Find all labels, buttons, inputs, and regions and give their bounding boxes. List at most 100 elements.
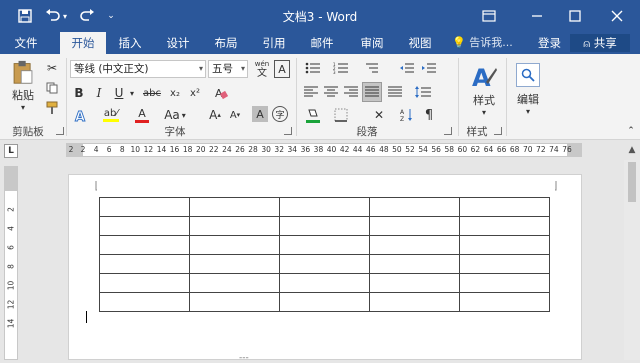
scrollbar-thumb[interactable]: [628, 162, 636, 202]
font-name-select[interactable]: 等线 (中文正文) ▾: [70, 60, 206, 78]
bold-button[interactable]: B: [70, 84, 88, 102]
table-cell[interactable]: [99, 254, 190, 274]
table-cell[interactable]: [279, 273, 370, 293]
table-cell[interactable]: [189, 292, 280, 312]
styles-button[interactable]: A 样式 ▾: [462, 58, 506, 120]
table-cell[interactable]: [459, 273, 550, 293]
underline-button[interactable]: U: [110, 84, 128, 102]
change-case-button[interactable]: Aa ▾: [162, 106, 188, 124]
table-cell[interactable]: [99, 216, 190, 236]
close-icon[interactable]: [594, 0, 640, 32]
table-cell[interactable]: [279, 197, 370, 217]
tab-review[interactable]: 审阅: [352, 32, 392, 54]
justify-icon[interactable]: [362, 82, 382, 102]
grow-font-button[interactable]: A ▴: [206, 106, 224, 124]
table-cell[interactable]: [459, 216, 550, 236]
paragraph-launcher-icon[interactable]: [444, 127, 452, 135]
format-painter-icon[interactable]: [44, 100, 60, 116]
show-marks-icon[interactable]: ¶: [420, 106, 438, 124]
share-button[interactable]: ⍝ 共享: [570, 34, 630, 52]
shading-icon[interactable]: [302, 106, 324, 124]
char-border-button[interactable]: A: [274, 60, 290, 78]
table-cell[interactable]: [279, 216, 370, 236]
font-size-select[interactable]: 五号 ▾: [208, 60, 248, 78]
table-cell[interactable]: [279, 235, 370, 255]
cut-icon[interactable]: ✂: [44, 60, 60, 76]
char-shading-button[interactable]: A: [252, 106, 268, 122]
tab-insert[interactable]: 插入: [110, 32, 150, 54]
table-cell[interactable]: [369, 273, 460, 293]
table-cell[interactable]: [189, 273, 280, 293]
tab-view[interactable]: 视图: [400, 32, 440, 54]
table-cell[interactable]: [459, 197, 550, 217]
collapse-ribbon-icon[interactable]: ⌃: [624, 124, 638, 138]
italic-button[interactable]: I: [90, 84, 108, 102]
chinese-layout-icon[interactable]: ✕: [368, 106, 390, 124]
editing-button[interactable]: 编辑 ▾: [510, 58, 546, 120]
underline-dropdown-icon[interactable]: ▾: [128, 84, 136, 102]
table-cell[interactable]: [99, 197, 190, 217]
table-cell[interactable]: [189, 254, 280, 274]
align-center-icon[interactable]: [322, 84, 340, 100]
strikethrough-button[interactable]: abc: [140, 84, 164, 102]
scroll-up-icon[interactable]: ▲: [624, 140, 640, 160]
line-spacing-icon[interactable]: [412, 84, 434, 100]
copy-icon[interactable]: [44, 80, 60, 96]
distributed-icon[interactable]: [386, 84, 404, 100]
styles-launcher-icon[interactable]: [494, 127, 502, 135]
table-cell[interactable]: [369, 216, 460, 236]
table-cell[interactable]: [99, 273, 190, 293]
numbering-icon[interactable]: 123: [330, 60, 352, 76]
document-page[interactable]: ---: [68, 174, 582, 363]
table-cell[interactable]: [279, 292, 370, 312]
table-cell[interactable]: [459, 292, 550, 312]
decrease-indent-icon[interactable]: [398, 60, 416, 76]
shrink-font-button[interactable]: A ▾: [226, 106, 244, 124]
table-cell[interactable]: [279, 254, 370, 274]
table-cell[interactable]: [99, 292, 190, 312]
tell-me-box[interactable]: 💡 告诉我...: [452, 32, 513, 54]
table-cell[interactable]: [369, 292, 460, 312]
table-cell[interactable]: [459, 254, 550, 274]
table-cell[interactable]: [99, 235, 190, 255]
align-right-icon[interactable]: [342, 84, 360, 100]
highlight-icon[interactable]: ab⁄: [100, 106, 122, 124]
font-launcher-icon[interactable]: [284, 127, 292, 135]
horizontal-ruler[interactable]: 2 2 4 6 8 10 12 14 16 18 20 22 24 26 28 30 32 34 36 38 40 42 4…: [66, 143, 582, 157]
clear-formatting-icon[interactable]: A: [212, 84, 230, 102]
text-effects-icon[interactable]: A: [70, 108, 92, 124]
tab-selector[interactable]: L: [4, 144, 18, 158]
align-left-icon[interactable]: [302, 84, 320, 100]
sort-icon[interactable]: AZ: [398, 106, 416, 124]
font-color-icon[interactable]: A: [132, 106, 152, 124]
tab-layout[interactable]: 布局: [206, 32, 246, 54]
tab-design[interactable]: 设计: [158, 32, 198, 54]
clipboard-launcher-icon[interactable]: [56, 127, 64, 135]
table-cell[interactable]: [369, 197, 460, 217]
increase-indent-icon[interactable]: [420, 60, 438, 76]
bullets-icon[interactable]: [302, 60, 324, 76]
superscript-button[interactable]: x²: [186, 84, 204, 102]
table-cell[interactable]: [369, 235, 460, 255]
paste-button[interactable]: 粘贴 ▾: [6, 60, 40, 112]
document-table[interactable]: [99, 197, 550, 312]
tab-references[interactable]: 引用: [254, 32, 294, 54]
tab-mailings[interactable]: 邮件: [302, 32, 342, 54]
tab-file[interactable]: 文件: [6, 32, 46, 54]
table-cell[interactable]: [459, 235, 550, 255]
maximize-icon[interactable]: [552, 0, 598, 32]
login-link[interactable]: 登录: [538, 32, 561, 54]
vertical-ruler[interactable]: 2 4 6 8 10 12 14: [4, 166, 18, 360]
subscript-button[interactable]: x₂: [166, 84, 184, 102]
table-cell[interactable]: [369, 254, 460, 274]
borders-icon[interactable]: [330, 106, 352, 124]
tab-home[interactable]: 开始: [60, 32, 106, 54]
ribbon-display-icon[interactable]: [466, 0, 512, 32]
table-cell[interactable]: [189, 216, 280, 236]
multilevel-list-icon[interactable]: [360, 60, 382, 76]
table-cell[interactable]: [189, 197, 280, 217]
phonetic-guide-button[interactable]: wén 文: [252, 58, 272, 80]
table-cell[interactable]: [189, 235, 280, 255]
enclose-char-button[interactable]: 字: [272, 106, 288, 122]
vertical-scrollbar[interactable]: [624, 160, 640, 360]
